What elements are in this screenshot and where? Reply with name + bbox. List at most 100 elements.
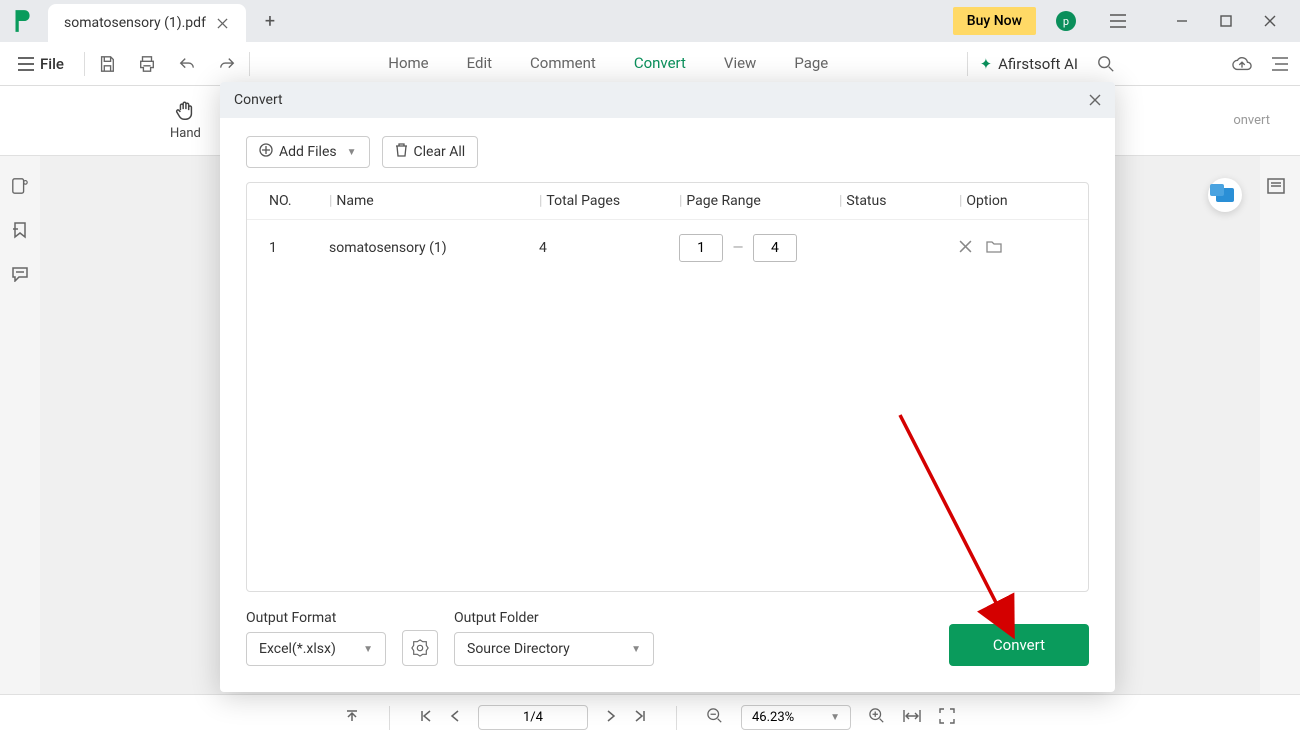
last-page-icon[interactable] — [634, 710, 646, 726]
open-folder-icon[interactable] — [986, 240, 1002, 257]
dialog-close-button[interactable] — [1089, 91, 1101, 110]
clear-all-button[interactable]: Clear All — [382, 136, 479, 168]
divider — [84, 52, 85, 76]
close-window-button[interactable] — [1248, 6, 1292, 36]
account-badge[interactable]: p — [1056, 11, 1076, 31]
divider — [676, 706, 677, 730]
cloud-upload-icon[interactable] — [1232, 54, 1252, 74]
output-format-group: Output Format Excel(*.xlsx) ▼ — [246, 610, 386, 666]
tool-hand[interactable]: Hand — [170, 100, 201, 141]
tool-convert-label: onvert — [1233, 113, 1270, 128]
properties-icon[interactable] — [1266, 176, 1286, 196]
header-no: NO. — [261, 193, 321, 209]
menubar-right: ✦ Afirstsoft AI — [980, 54, 1290, 74]
bookmark-icon[interactable] — [10, 220, 30, 240]
clear-all-label: Clear All — [414, 144, 466, 160]
header-page-range: Page Range — [686, 193, 760, 209]
sparkle-icon: ✦ — [980, 55, 993, 73]
cell-page-range: — — [671, 234, 831, 262]
divider — [967, 52, 968, 76]
tool-hand-label: Hand — [170, 126, 201, 141]
caret-down-icon: ▼ — [830, 712, 840, 723]
output-folder-select[interactable]: Source Directory ▼ — [454, 632, 654, 666]
tab-title: somatosensory (1).pdf — [64, 15, 206, 31]
remove-row-icon[interactable] — [959, 240, 972, 257]
output-folder-group: Output Folder Source Directory ▼ — [454, 610, 654, 666]
titlebar: somatosensory (1).pdf + Buy Now p — [0, 0, 1300, 42]
range-to-input[interactable] — [753, 234, 797, 262]
close-tab-icon[interactable] — [216, 16, 230, 30]
header-total-pages: Total Pages — [546, 193, 620, 209]
add-files-button[interactable]: Add Files ▼ — [246, 136, 370, 168]
convert-button-label: Convert — [993, 636, 1045, 654]
right-rail — [1260, 156, 1292, 196]
dialog-header: Convert — [220, 82, 1115, 118]
tab-home[interactable]: Home — [384, 44, 432, 84]
tab-edit[interactable]: Edit — [463, 44, 496, 84]
range-separator: — — [732, 240, 743, 256]
header-status: Status — [846, 193, 886, 209]
buy-now-button[interactable]: Buy Now — [953, 7, 1036, 35]
zoom-in-icon[interactable] — [869, 708, 885, 728]
zoom-value: 46.23% — [752, 710, 794, 725]
next-page-icon[interactable] — [606, 710, 616, 726]
quick-icons — [97, 54, 237, 74]
titlebar-right: Buy Now p — [953, 6, 1292, 36]
hamburger-menu-icon[interactable] — [1096, 6, 1140, 36]
tab-convert[interactable]: Convert — [630, 44, 690, 84]
new-tab-button[interactable]: + — [256, 7, 284, 35]
fit-width-icon[interactable] — [903, 709, 921, 727]
thumbnails-icon[interactable] — [10, 176, 30, 196]
tab-comment[interactable]: Comment — [526, 44, 600, 84]
convert-button[interactable]: Convert — [949, 624, 1089, 666]
undo-icon[interactable] — [177, 54, 197, 74]
output-format-value: Excel(*.xlsx) — [259, 641, 336, 657]
settings-button[interactable] — [402, 630, 438, 666]
header-name: Name — [336, 193, 373, 209]
app-logo — [8, 7, 36, 35]
minimize-button[interactable] — [1160, 6, 1204, 36]
cell-option — [951, 240, 1074, 257]
file-menu-button[interactable]: File — [10, 51, 72, 77]
tabs-row: somatosensory (1).pdf + — [48, 0, 953, 42]
menubar: File Home Edit Comment Convert View Page… — [0, 42, 1300, 86]
search-icon[interactable] — [1096, 54, 1116, 74]
file-label: File — [40, 55, 64, 73]
first-page-icon[interactable] — [420, 710, 432, 726]
divider — [249, 52, 250, 76]
caret-down-icon: ▼ — [363, 644, 373, 655]
tool-convert-partial[interactable]: onvert — [1233, 113, 1270, 128]
output-folder-value: Source Directory — [467, 641, 570, 657]
tab-view[interactable]: View — [720, 44, 760, 84]
table-header: NO. |Name |Total Pages |Page Range |Stat… — [247, 183, 1088, 220]
zoom-out-icon[interactable] — [707, 708, 723, 728]
add-files-label: Add Files — [279, 144, 337, 160]
output-format-select[interactable]: Excel(*.xlsx) ▼ — [246, 632, 386, 666]
table-row: 1 somatosensory (1) 4 — — [247, 220, 1088, 276]
save-icon[interactable] — [97, 54, 117, 74]
ai-button[interactable]: ✦ Afirstsoft AI — [980, 55, 1078, 73]
prev-page-icon[interactable] — [450, 710, 460, 726]
tab-page[interactable]: Page — [790, 44, 832, 84]
left-rail — [0, 156, 40, 284]
cell-total-pages: 4 — [531, 240, 671, 256]
output-folder-label: Output Folder — [454, 610, 654, 626]
zoom-select[interactable]: 46.23% ▼ — [741, 705, 851, 730]
document-tab[interactable]: somatosensory (1).pdf — [48, 4, 246, 42]
floating-tool-button[interactable] — [1208, 178, 1242, 212]
page-input[interactable] — [478, 705, 588, 730]
menu-tabs: Home Edit Comment Convert View Page — [384, 44, 832, 84]
caret-down-icon: ▼ — [347, 147, 357, 158]
trash-icon — [395, 143, 408, 161]
scroll-top-icon[interactable] — [345, 709, 359, 727]
maximize-button[interactable] — [1204, 6, 1248, 36]
redo-icon[interactable] — [217, 54, 237, 74]
dialog-footer: Output Format Excel(*.xlsx) ▼ Output Fol… — [220, 610, 1115, 692]
window-controls — [1160, 6, 1292, 36]
panel-icon[interactable] — [1270, 54, 1290, 74]
range-from-input[interactable] — [679, 234, 723, 262]
cell-name: somatosensory (1) — [321, 240, 531, 256]
fit-page-icon[interactable] — [939, 708, 955, 728]
print-icon[interactable] — [137, 54, 157, 74]
comment-panel-icon[interactable] — [10, 264, 30, 284]
